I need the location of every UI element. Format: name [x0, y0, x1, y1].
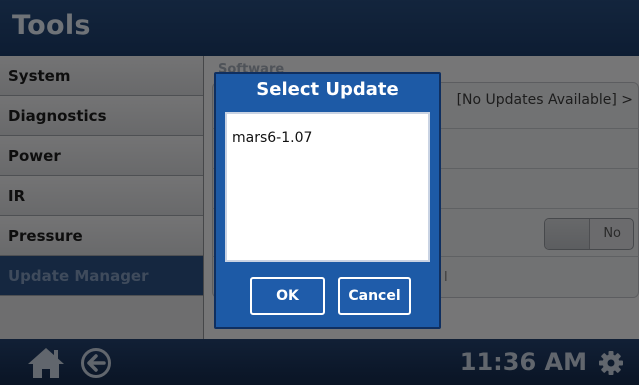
screen: Tools System Diagnostics Power IR Pressu…	[0, 0, 639, 385]
ok-button[interactable]: OK	[250, 277, 325, 315]
list-item[interactable]: mars6-1.07	[232, 130, 312, 146]
cancel-button[interactable]: Cancel	[338, 277, 411, 315]
dialog-title: Select Update	[256, 79, 399, 100]
update-list: mars6-1.07	[225, 112, 430, 262]
select-update-dialog: Select Update mars6-1.07 OK Cancel	[214, 72, 441, 329]
